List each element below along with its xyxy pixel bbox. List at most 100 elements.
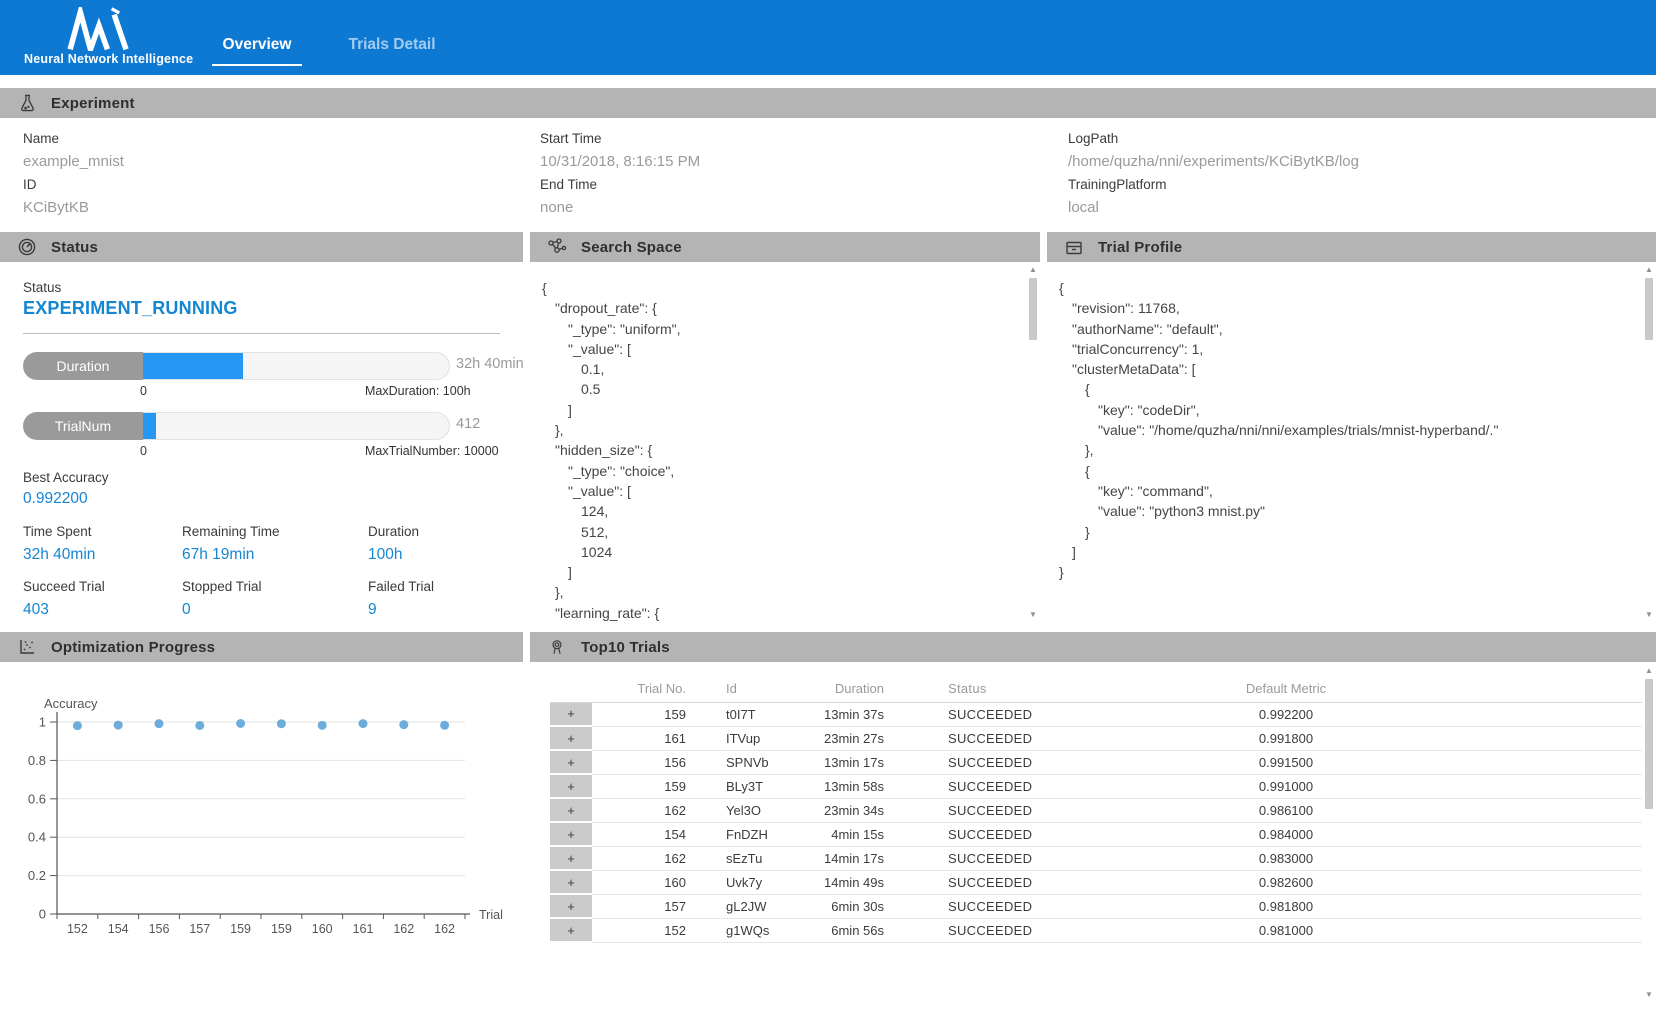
field-label: ID — [23, 177, 89, 192]
failed-trial-stat: Failed Trial 9 — [368, 579, 434, 619]
row-expand-button[interactable]: + — [550, 726, 592, 750]
progress-pill-label: TrialNum — [23, 412, 143, 440]
col-status: Status — [890, 676, 1190, 702]
duration-progress-bar: Duration — [23, 352, 450, 380]
row-expand-button[interactable]: + — [550, 822, 592, 846]
scatter-point[interactable] — [359, 719, 368, 728]
json-line: "learning_rate": { — [542, 603, 1026, 623]
scroll-thumb[interactable] — [1645, 679, 1653, 809]
experiment-id-field: ID KCiBytKB — [23, 177, 89, 216]
cell-id: g1WQs — [692, 918, 800, 942]
x-tick-label: 154 — [108, 922, 129, 936]
cell-filler — [1382, 918, 1642, 942]
scatter-point[interactable] — [236, 719, 245, 728]
cell-id: gL2JW — [692, 894, 800, 918]
row-expand-button[interactable]: + — [550, 918, 592, 942]
duration-stat: Duration 100h — [368, 524, 419, 564]
scroll-down-icon[interactable]: ▼ — [1644, 610, 1654, 620]
cell-filler — [1382, 750, 1642, 774]
trial-profile-scrollbar[interactable]: ▲ ▼ — [1644, 265, 1654, 620]
scatter-point[interactable] — [195, 721, 204, 730]
cell-duration: 14min 49s — [800, 870, 890, 894]
top10-section-bar: Top10 Trials — [530, 632, 1656, 662]
json-line: "authorName": "default", — [1059, 319, 1642, 339]
json-line: { — [1059, 461, 1642, 481]
col-filler — [1382, 676, 1642, 702]
cell-filler — [1382, 846, 1642, 870]
tab-trials-detail[interactable]: Trials Detail — [342, 36, 442, 64]
json-line: ] — [542, 562, 1026, 582]
top10-scrollbar[interactable]: ▲ ▼ — [1644, 666, 1654, 1000]
cell-trial-no: 156 — [592, 750, 692, 774]
json-line: "_type": "choice", — [542, 461, 1026, 481]
tab-overview[interactable]: Overview — [212, 36, 302, 66]
divider — [23, 333, 500, 334]
table-row: +152g1WQs6min 56sSUCCEEDED0.981000 — [550, 918, 1642, 942]
row-expand-button[interactable]: + — [550, 702, 592, 726]
scatter-point[interactable] — [277, 719, 286, 728]
scroll-up-icon[interactable]: ▲ — [1644, 265, 1654, 275]
cell-default-metric: 0.982600 — [1190, 870, 1382, 894]
optimization-progress-panel: Optimization Progress Accuracy00.20.40.6… — [0, 632, 523, 1030]
cell-filler — [1382, 822, 1642, 846]
scroll-up-icon[interactable]: ▲ — [1644, 666, 1654, 676]
scatter-point[interactable] — [114, 721, 123, 730]
trial-profile-title: Trial Profile — [1098, 239, 1182, 256]
scatter-chart-icon — [16, 636, 38, 658]
scroll-down-icon[interactable]: ▼ — [1028, 610, 1038, 620]
molecule-icon — [546, 236, 568, 258]
y-tick-label: 0.2 — [28, 868, 46, 883]
row-expand-button[interactable]: + — [550, 750, 592, 774]
cell-duration: 6min 30s — [800, 894, 890, 918]
experiment-name-field: Name example_mnist — [23, 131, 124, 170]
row-expand-button[interactable]: + — [550, 846, 592, 870]
cell-default-metric: 0.981000 — [1190, 918, 1382, 942]
top10-table-header: Trial No. Id Duration Status Default Met… — [550, 676, 1642, 702]
cell-default-metric: 0.992200 — [1190, 702, 1382, 726]
cell-status: SUCCEEDED — [890, 822, 1190, 846]
scroll-down-icon[interactable]: ▼ — [1644, 990, 1654, 1000]
row-expand-button[interactable]: + — [550, 894, 592, 918]
cell-trial-no: 161 — [592, 726, 692, 750]
scatter-point[interactable] — [73, 721, 82, 730]
stat-label: Failed Trial — [368, 579, 434, 594]
cell-trial-no: 157 — [592, 894, 692, 918]
training-platform-field: TrainingPlatform local — [1068, 177, 1167, 216]
gauge-icon — [16, 236, 38, 258]
scatter-point[interactable] — [399, 720, 408, 729]
stat-value: 67h 19min — [182, 546, 280, 564]
scatter-point[interactable] — [155, 719, 164, 728]
search-space-scrollbar[interactable]: ▲ ▼ — [1028, 265, 1038, 620]
logpath-field: LogPath /home/quzha/nni/experiments/KCiB… — [1068, 131, 1359, 170]
tray-icon — [1063, 236, 1085, 258]
row-expand-button[interactable]: + — [550, 774, 592, 798]
cell-duration: 13min 17s — [800, 750, 890, 774]
y-axis-label: Accuracy — [44, 696, 98, 711]
row-expand-button[interactable]: + — [550, 798, 592, 822]
cell-status: SUCCEEDED — [890, 870, 1190, 894]
json-line: "_value": [ — [542, 481, 1026, 501]
flask-icon — [16, 92, 38, 114]
cell-id: Uvk7y — [692, 870, 800, 894]
scroll-thumb[interactable] — [1029, 278, 1037, 340]
field-value: example_mnist — [23, 153, 124, 170]
table-row: +159BLy3T13min 58sSUCCEEDED0.991000 — [550, 774, 1642, 798]
cell-status: SUCCEEDED — [890, 702, 1190, 726]
cell-status: SUCCEEDED — [890, 846, 1190, 870]
x-tick-label: 156 — [149, 922, 170, 936]
min-label: 0 — [140, 384, 147, 398]
cell-filler — [1382, 870, 1642, 894]
brand[interactable]: Neural Network Intelligence — [24, 5, 184, 66]
x-tick-label: 157 — [189, 922, 210, 936]
field-label: LogPath — [1068, 131, 1359, 146]
scatter-point[interactable] — [440, 721, 449, 730]
scroll-thumb[interactable] — [1645, 278, 1653, 340]
scroll-up-icon[interactable]: ▲ — [1028, 265, 1038, 275]
status-panel-title: Status — [51, 239, 98, 256]
json-line: 512, — [542, 522, 1026, 542]
remaining-time-stat: Remaining Time 67h 19min — [182, 524, 280, 564]
json-line: ] — [1059, 542, 1642, 562]
scatter-point[interactable] — [318, 721, 327, 730]
cell-filler — [1382, 894, 1642, 918]
row-expand-button[interactable]: + — [550, 870, 592, 894]
